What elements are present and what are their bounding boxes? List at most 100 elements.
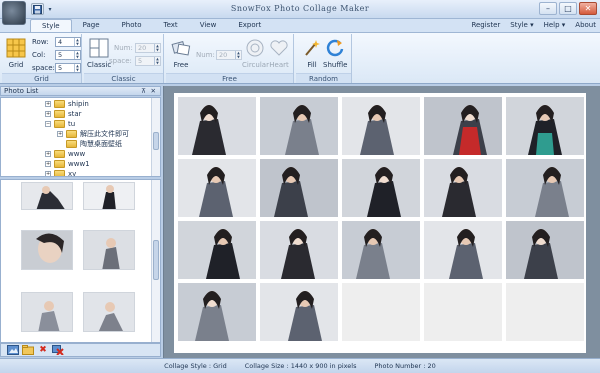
tab-photo[interactable]: Photo [111,19,153,32]
empty-collage-slot[interactable] [506,283,584,341]
tree-expander-icon[interactable]: + [45,151,51,157]
help-menu[interactable]: Help ▾ [544,19,566,32]
collage-style-status: Collage Style : Grid [164,362,227,370]
thumbnail-photo[interactable] [83,182,135,210]
free-num-label: Num: [196,51,215,59]
thumbnail-photo[interactable] [83,292,135,332]
thumbnail-photo[interactable] [83,230,135,270]
tree-expander-icon[interactable]: + [45,171,51,176]
grid-button[interactable]: Grid [5,37,27,69]
add-photo-icon[interactable] [7,345,19,356]
free-num-stepper[interactable]: 20 ▲ ▼ [216,50,242,60]
circular-button[interactable]: Circular [242,37,269,69]
photo-number-status: Photo Number : 20 [374,362,436,370]
photo-thumbnails [0,179,161,343]
collage-photo[interactable] [260,283,338,341]
tree-item-label: www1 [68,160,90,168]
row-stepper[interactable]: 4 ▲ ▼ [55,37,81,47]
collage-photo[interactable] [506,221,584,279]
tree-item-label: 解压此文件即可 [80,130,129,138]
tree-item[interactable]: + shipin [45,99,89,109]
tree-expander-icon[interactable]: + [45,161,51,167]
collage-photo[interactable] [260,221,338,279]
status-bar: Collage Style : Grid Collage Size : 1440… [0,358,600,373]
window-title: SnowFox Photo Collage Maker [230,4,370,13]
fill-button[interactable]: Fill [301,37,323,69]
shuffle-button[interactable]: Shuffle [323,37,347,69]
collage-photo[interactable] [260,159,338,217]
tree-item[interactable]: + star [45,109,82,119]
folder-icon [54,100,65,108]
register-link[interactable]: Register [471,19,500,32]
tab-export[interactable]: Export [227,19,272,32]
classic-button[interactable]: Classic [87,37,111,69]
collage-photo[interactable] [424,221,502,279]
tree-item[interactable]: + xy [45,169,76,176]
random-group: Fill Shuffle Random [296,34,352,83]
collage-photo[interactable] [178,97,256,155]
grid-icon [5,37,27,59]
folder-icon [54,150,65,158]
thumbnail-photo[interactable] [21,182,73,210]
open-folder-icon[interactable] [22,345,34,356]
thumbnail-scrollbar[interactable] [151,180,160,342]
magic-wand-icon [301,37,323,59]
collage-photo[interactable] [260,97,338,155]
collage-photo[interactable] [342,159,420,217]
collage-photo[interactable] [424,97,502,155]
close-button[interactable]: ✕ [579,2,597,15]
tree-item[interactable]: + 解压此文件即可 [57,129,129,139]
tree-item-label: tu [68,120,76,128]
tree-item-label: star [68,110,82,118]
heart-button[interactable]: Heart [268,37,290,69]
panel-close-icon[interactable]: ✕ [151,87,156,96]
style-menu[interactable]: Style ▾ [510,19,533,32]
tree-item[interactable]: 陶慧桌面壁纸 [57,139,122,149]
free-button[interactable]: Free [170,37,192,69]
tree-scrollbar[interactable] [151,98,160,176]
heart-layout-icon [268,37,290,59]
tree-expander-icon[interactable]: + [45,101,51,107]
maximize-button[interactable]: □ [559,2,577,15]
collage-photo[interactable] [178,283,256,341]
tree-expander-icon[interactable]: + [45,111,51,117]
collage-size-status: Collage Size : 1440 x 900 in pixels [244,362,357,370]
tree-item[interactable]: − tu [45,119,75,129]
folder-icon [54,170,65,176]
delete-all-icon[interactable] [52,345,64,356]
tab-view[interactable]: View [189,19,228,32]
collage-photo[interactable] [506,159,584,217]
collage-photo[interactable] [178,221,256,279]
collage-photo[interactable] [178,159,256,217]
classic-space-stepper[interactable]: 5 ▲ ▼ [135,56,161,66]
classic-num-stepper[interactable]: 20 ▲ ▼ [135,43,161,53]
about-link[interactable]: About [575,19,596,32]
tab-style[interactable]: Style [30,19,72,32]
collage-canvas[interactable] [174,93,586,353]
grid-space-stepper[interactable]: 5 ▲ ▼ [55,63,81,73]
tree-item[interactable]: + www [45,149,85,159]
thumbnail-photo[interactable] [21,292,73,332]
col-stepper[interactable]: 5 ▲ ▼ [55,50,81,60]
tab-text[interactable]: Text [153,19,189,32]
tree-item[interactable]: + www1 [45,159,90,169]
folder-icon [54,160,65,168]
collage-photo[interactable] [424,159,502,217]
empty-collage-slot[interactable] [342,283,420,341]
tree-expander-icon[interactable]: + [57,131,63,137]
tab-page[interactable]: Page [72,19,111,32]
app-logo-icon[interactable] [2,1,26,25]
ribbon-tab-row: Style Page Photo Text View Export Regist… [0,19,600,32]
collage-photo[interactable] [506,97,584,155]
minimize-button[interactable]: – [539,2,557,15]
empty-collage-slot[interactable] [424,283,502,341]
collage-photo[interactable] [342,221,420,279]
tree-expander-icon[interactable]: − [45,121,51,127]
row-label: Row: [32,38,49,46]
pin-icon[interactable]: ⊼ [141,87,146,96]
collage-photo[interactable] [342,97,420,155]
col-label: Col: [32,51,46,59]
folder-icon [54,120,65,128]
thumbnail-photo[interactable] [21,230,73,270]
delete-icon[interactable]: ✖ [37,345,49,356]
